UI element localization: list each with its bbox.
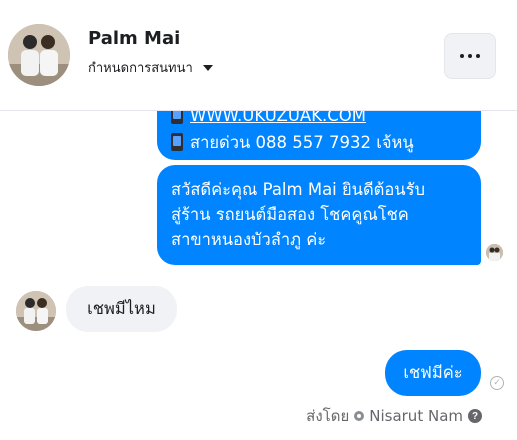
message-text: สวัสดีค่ะคุณ Palm Mai ยินดีต้อนรับ [171, 180, 425, 199]
sender-name: Nisarut Nam [369, 407, 463, 425]
message-text: สู่ร้าน รถยนต์มือสอง โชคคูณโชค [171, 205, 409, 224]
caret-down-icon [202, 64, 213, 71]
read-receipt-avatar [486, 244, 503, 261]
contact-name: Palm Mai [88, 28, 181, 49]
message-text: สาขาหนองบัวลำภู ค่ะ [171, 230, 327, 249]
outgoing-message[interactable]: เชฟมีค่ะ [385, 350, 481, 396]
sent-check-icon: ✓ [490, 376, 504, 390]
help-icon[interactable]: ? [468, 409, 482, 423]
sent-by-label: ส่งโดย [306, 407, 350, 425]
more-icon [460, 54, 464, 58]
phone-icon [171, 133, 183, 151]
profile-avatar[interactable] [8, 24, 70, 86]
gear-icon [354, 411, 365, 421]
sent-by-info: ส่งโดย Nisarut Nam ? [306, 404, 482, 428]
schedule-label: กำหนดการสนทนา [88, 61, 193, 76]
incoming-message[interactable]: เชพมีไหม [66, 286, 177, 332]
outgoing-message[interactable]: สวัสดีค่ะคุณ Palm Mai ยินดีต้อนรับ สู่ร้… [157, 165, 481, 265]
conversation-schedule[interactable]: กำหนดการสนทนา [88, 57, 213, 78]
more-options-button[interactable] [444, 33, 496, 79]
message-text: สายด่วน 088 557 7932 เจ้หนู [190, 133, 414, 152]
conversation-header: Palm Mai กำหนดการสนทนา [0, 0, 517, 111]
contact-avatar[interactable] [16, 291, 56, 331]
